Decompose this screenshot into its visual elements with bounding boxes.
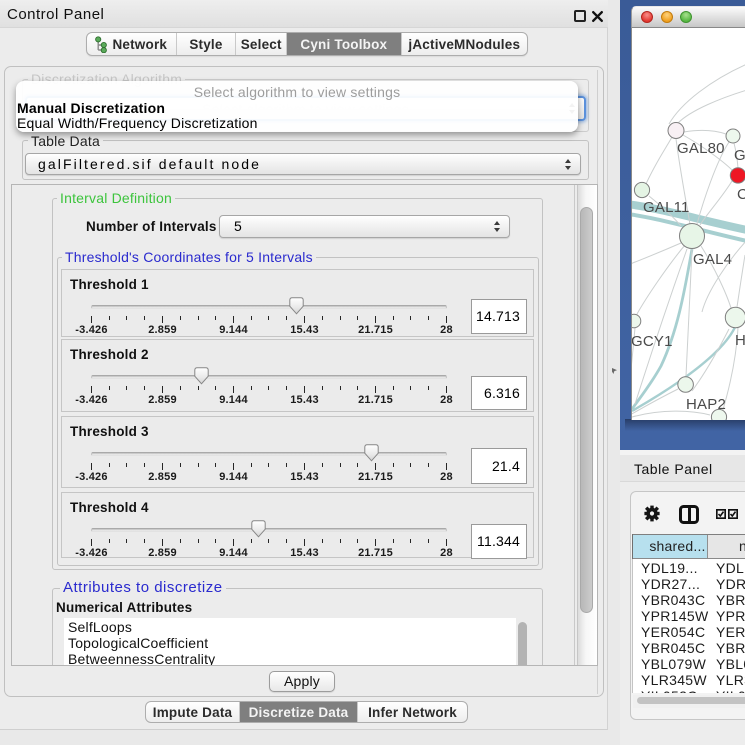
svg-text:GAL11: GAL11	[643, 199, 690, 216]
svg-text:GAL80: GAL80	[677, 140, 725, 157]
svg-text:H: H	[735, 332, 745, 349]
svg-text:GAL4: GAL4	[693, 251, 732, 268]
svg-text:GA: GA	[734, 147, 745, 164]
svg-text:C: C	[737, 186, 745, 203]
svg-text:HAP2: HAP2	[686, 396, 726, 413]
svg-text:GCY1: GCY1	[632, 333, 673, 350]
